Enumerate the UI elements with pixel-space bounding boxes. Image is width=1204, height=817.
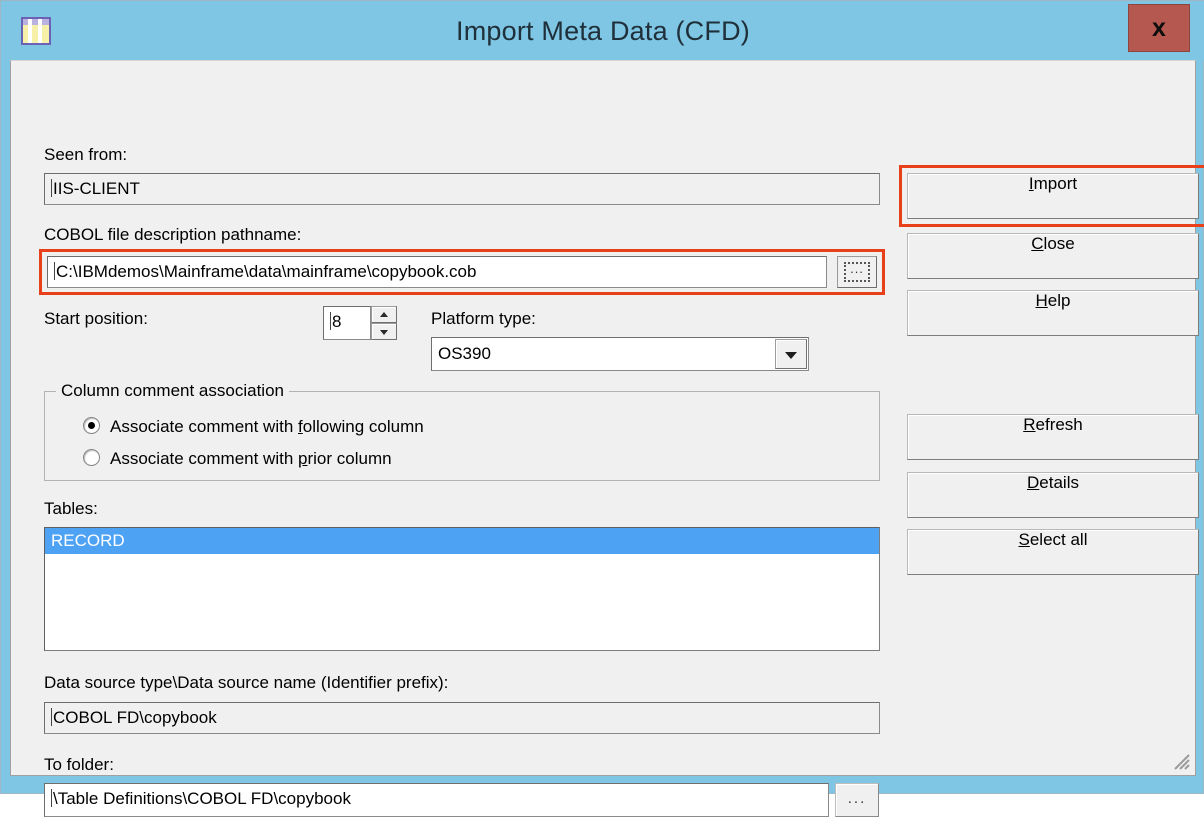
select-all-button[interactable]: Select all	[907, 529, 1199, 575]
window-title: Import Meta Data (CFD)	[1, 1, 1204, 61]
import-meta-data-dialog: Import Meta Data (CFD) x Seen from: IIS-…	[0, 0, 1204, 794]
data-source-label: Data source type\Data source name (Ident…	[44, 673, 448, 693]
to-folder-input[interactable]: \Table Definitions\COBOL FD\copybook	[44, 783, 829, 817]
to-folder-value: \Table Definitions\COBOL FD\copybook	[53, 789, 351, 808]
radio-associate-following-column[interactable]: Associate comment with following column	[83, 417, 424, 437]
tables-listbox[interactable]: RECORD	[44, 527, 880, 651]
import-button-label: mport	[1034, 174, 1077, 193]
radio-following-label-post: ollowing column	[303, 417, 424, 436]
chevron-down-icon[interactable]	[775, 339, 807, 369]
details-button-label: etails	[1039, 473, 1079, 492]
platform-type-value: OS390	[438, 344, 491, 363]
help-button-label: elp	[1048, 291, 1071, 310]
refresh-button-accel: R	[1023, 415, 1035, 434]
select-all-button-label: elect all	[1030, 530, 1088, 549]
pathname-browse-button[interactable]: ...	[837, 256, 877, 288]
start-position-label: Start position:	[44, 309, 148, 329]
close-button[interactable]: Close	[907, 233, 1199, 279]
close-button-label: lose	[1044, 234, 1075, 253]
refresh-button-label: efresh	[1036, 415, 1083, 434]
close-button-accel: C	[1031, 234, 1043, 253]
spin-up-icon[interactable]	[371, 306, 397, 323]
pathname-input[interactable]: C:\IBMdemos\Mainframe\data\mainframe\cop…	[47, 256, 827, 288]
radio-indicator-selected	[83, 417, 100, 434]
radio-indicator-unselected	[83, 449, 100, 466]
seen-from-value: IIS-CLIENT	[53, 179, 140, 198]
start-position-value: 8	[332, 312, 341, 331]
dialog-client-area: Seen from: IIS-CLIENT COBOL file descrip…	[10, 60, 1196, 776]
ellipsis-icon: ...	[838, 264, 876, 274]
radio-prior-label-post: rior column	[307, 449, 391, 468]
list-item[interactable]: RECORD	[45, 528, 879, 554]
close-icon[interactable]: x	[1128, 4, 1190, 52]
platform-type-select[interactable]: OS390	[431, 337, 809, 371]
pathname-value: C:\IBMdemos\Mainframe\data\mainframe\cop…	[56, 262, 476, 281]
data-source-value: COBOL FD\copybook	[53, 708, 217, 727]
start-position-input[interactable]: 8	[323, 306, 371, 340]
seen-from-field: IIS-CLIENT	[44, 173, 880, 205]
select-all-button-accel: S	[1019, 530, 1030, 549]
refresh-button[interactable]: Refresh	[907, 414, 1199, 460]
to-folder-browse-button[interactable]: ...	[835, 783, 879, 817]
radio-associate-prior-column[interactable]: Associate comment with prior column	[83, 449, 392, 469]
help-button[interactable]: Help	[907, 290, 1199, 336]
to-folder-label: To folder:	[44, 755, 114, 775]
import-button[interactable]: Import	[907, 173, 1199, 219]
seen-from-label: Seen from:	[44, 145, 127, 165]
resize-grip-icon[interactable]	[1171, 751, 1191, 771]
radio-prior-label-pre: Associate comment with	[110, 449, 298, 468]
help-button-accel: H	[1036, 291, 1048, 310]
platform-type-label: Platform type:	[431, 309, 536, 329]
details-button[interactable]: Details	[907, 472, 1199, 518]
start-position-stepper[interactable]	[371, 306, 397, 340]
title-bar[interactable]: Import Meta Data (CFD) x	[1, 1, 1204, 61]
spin-down-icon[interactable]	[371, 323, 397, 340]
radio-following-label-pre: Associate comment with	[110, 417, 298, 436]
data-source-field: COBOL FD\copybook	[44, 702, 880, 734]
column-comment-association-legend: Column comment association	[56, 381, 289, 401]
tables-label: Tables:	[44, 499, 98, 519]
details-button-accel: D	[1027, 473, 1039, 492]
pathname-label: COBOL file description pathname:	[44, 225, 301, 245]
